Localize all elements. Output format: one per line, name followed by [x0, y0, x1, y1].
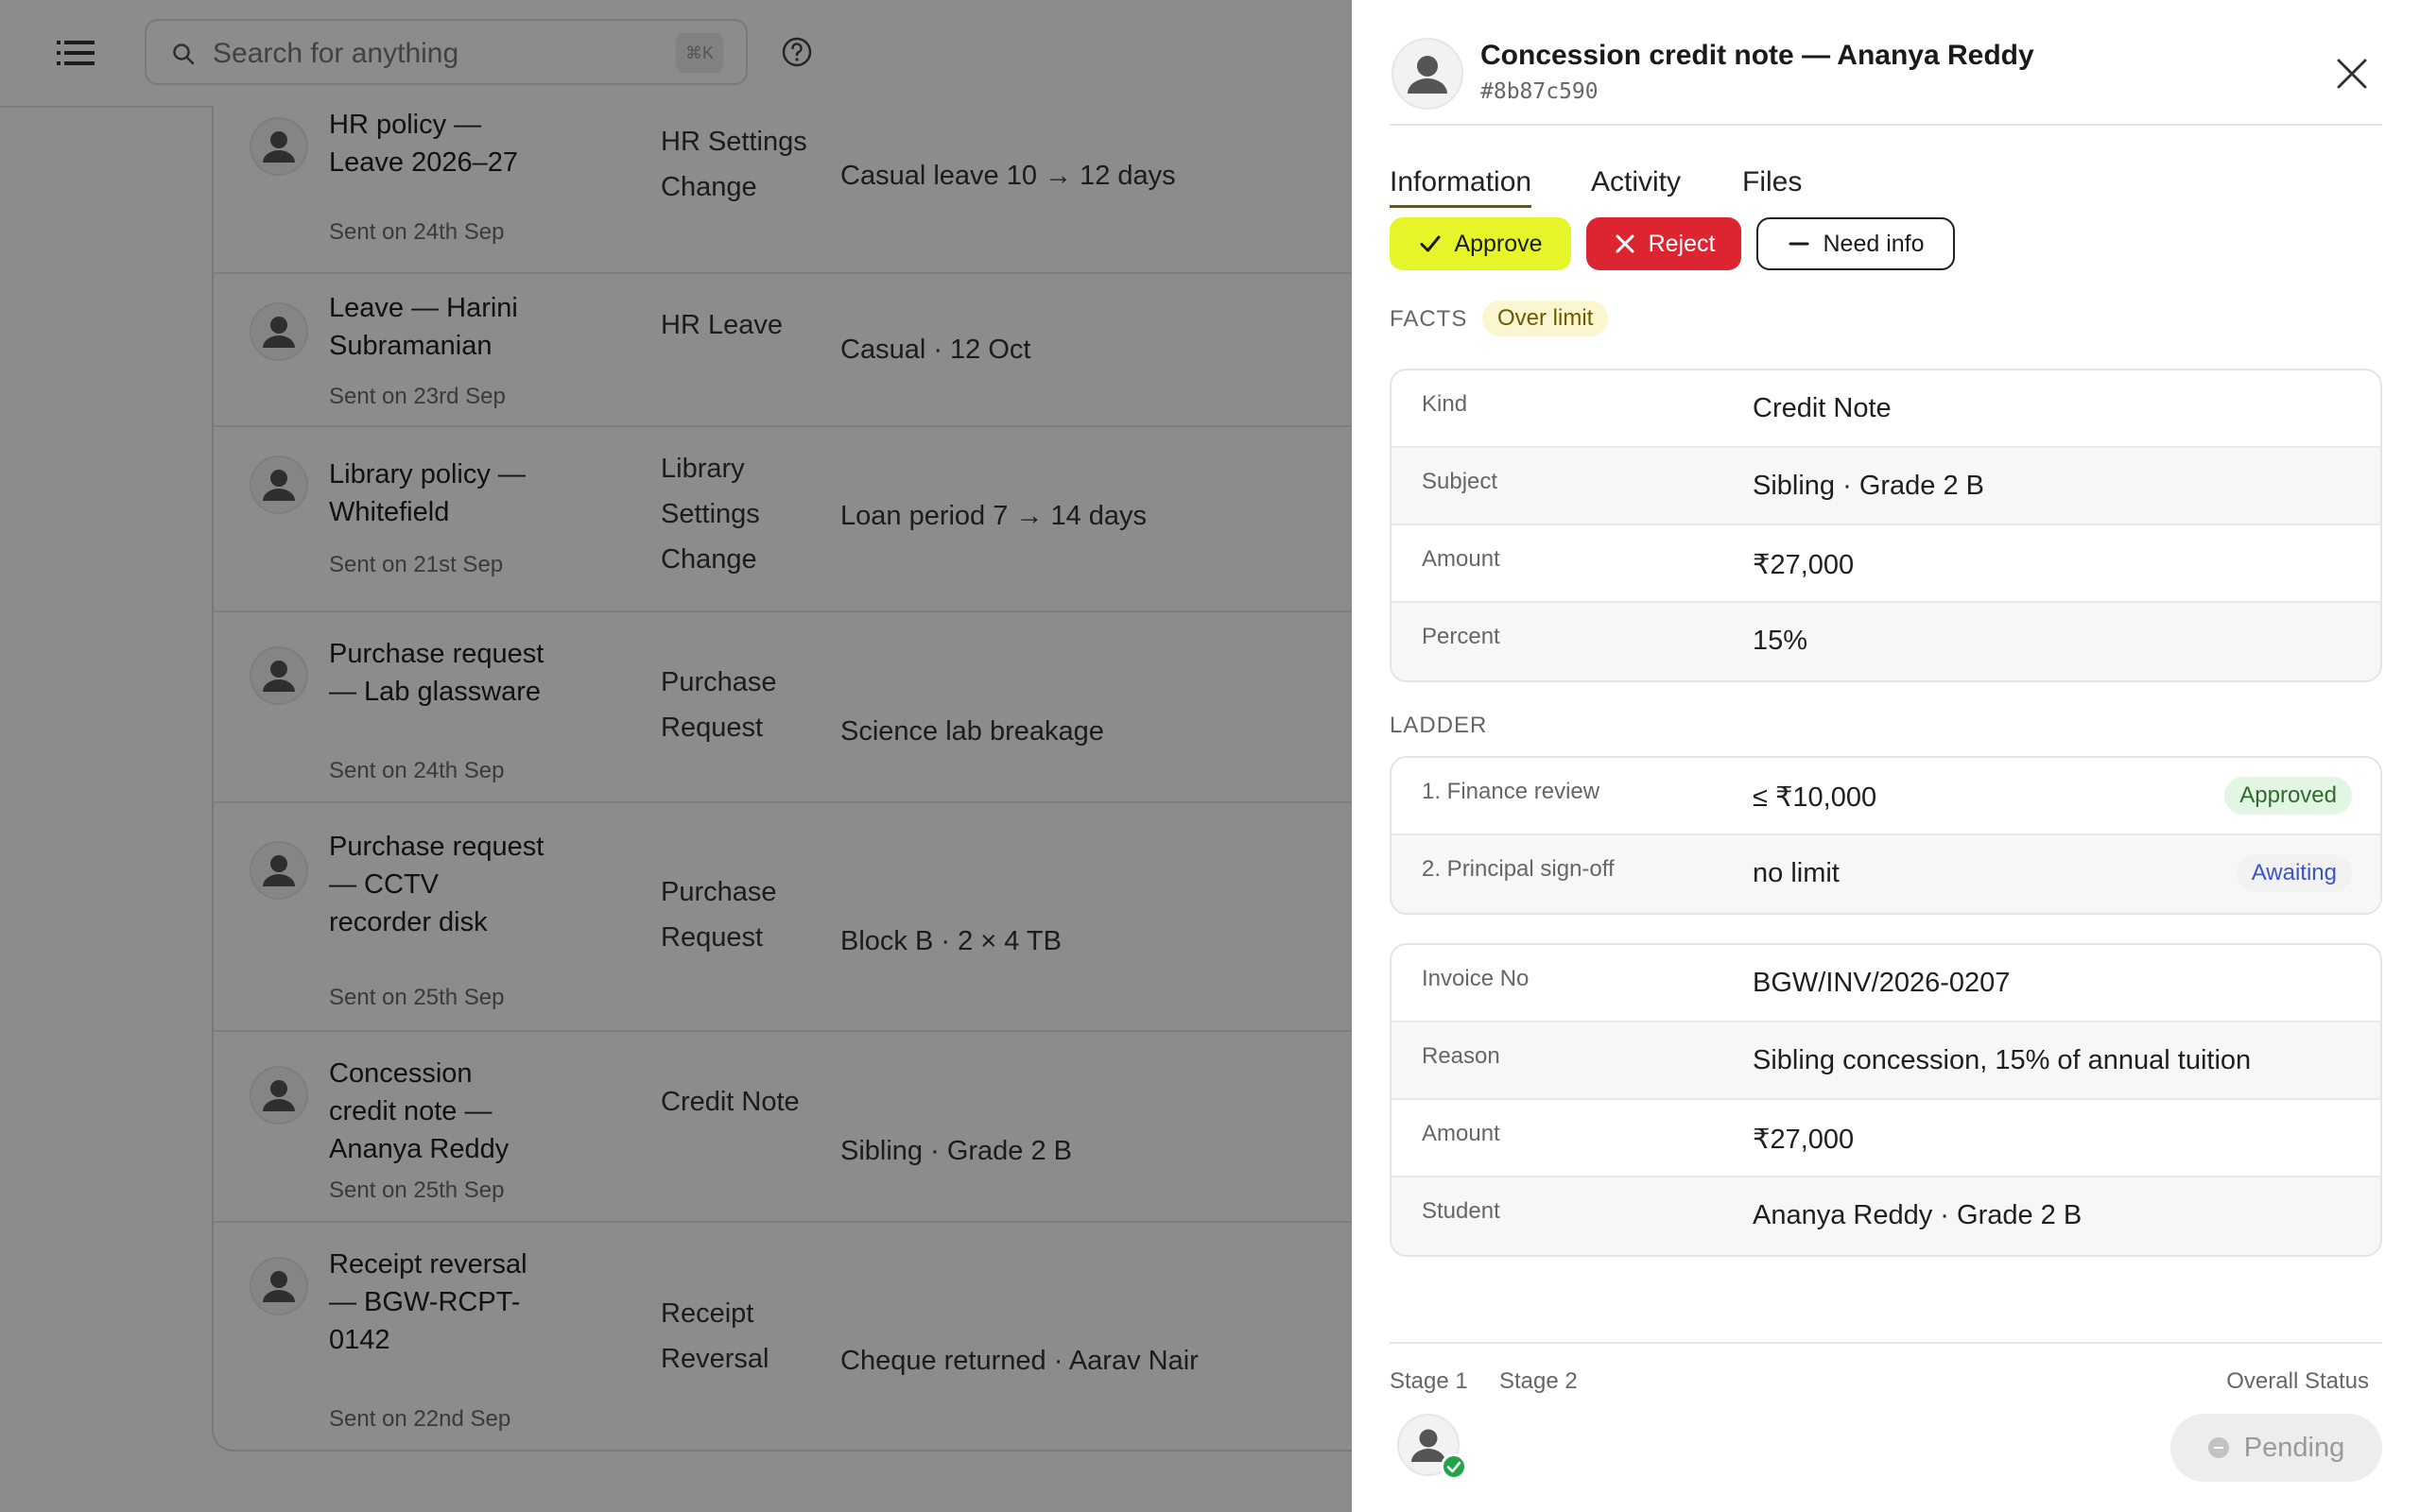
over-limit-badge: Over limit [1482, 301, 1609, 336]
fact-key: Subject [1422, 469, 1498, 494]
need-info-button[interactable]: Need info [1756, 217, 1955, 270]
close-icon[interactable] [2333, 55, 2371, 93]
detail-value: ₹27,000 [1753, 1125, 1855, 1155]
details-table: Invoice No BGW/INV/2026-0207 Reason Sibl… [1390, 943, 2382, 1257]
fact-value: Credit Note [1753, 393, 1892, 423]
detail-key: Amount [1422, 1121, 1500, 1146]
stage-1-label: Stage 1 [1390, 1368, 1468, 1394]
divider [1390, 124, 2382, 126]
overall-status-button[interactable]: Pending [2170, 1414, 2382, 1482]
fact-value: 15% [1753, 626, 1808, 656]
ladder-limit: ≤ ₹10,000 [1753, 782, 1877, 813]
reject-label: Reject [1648, 230, 1716, 257]
fact-key: Percent [1422, 624, 1500, 649]
ladder-heading: LADDER [1390, 713, 1488, 738]
table-row: Amount ₹27,000 [1392, 525, 2380, 603]
detail-value: BGW/INV/2026-0207 [1753, 968, 2011, 998]
pending-icon [2207, 1437, 2229, 1458]
detail-value: Ananya Reddy · Grade 2 B [1753, 1200, 2083, 1230]
fact-key: Kind [1422, 391, 1468, 417]
overall-status-value: Pending [2243, 1432, 2345, 1463]
panel-id: #8b87c590 [1480, 79, 1599, 104]
table-row: Amount ₹27,000 [1392, 1100, 2380, 1177]
fact-value: ₹27,000 [1753, 550, 1855, 580]
close-icon [1616, 234, 1634, 253]
need-info-label: Need info [1823, 230, 1925, 257]
table-row: Reason Sibling concession, 15% of annual… [1392, 1022, 2380, 1100]
table-row: Invoice No BGW/INV/2026-0207 [1392, 945, 2380, 1022]
detail-key: Invoice No [1422, 966, 1530, 991]
detail-key: Student [1422, 1198, 1500, 1224]
tab-files[interactable]: Files [1742, 166, 1802, 198]
table-row: Student Ananya Reddy · Grade 2 B [1392, 1177, 2380, 1255]
check-icon [1420, 235, 1441, 252]
avatar [1392, 38, 1463, 110]
tab-information[interactable]: Information [1390, 166, 1532, 208]
table-row: 1. Finance review ≤ ₹10,000 Approved [1392, 758, 2380, 835]
fact-value: Sibling · Grade 2 B [1753, 471, 1985, 501]
facts-table: Kind Credit Note Subject Sibling · Grade… [1390, 369, 2382, 682]
detail-key: Reason [1422, 1043, 1500, 1069]
table-row: Percent 15% [1392, 603, 2380, 680]
divider [1390, 1342, 2382, 1344]
table-row: Subject Sibling · Grade 2 B [1392, 448, 2380, 525]
modal-overlay[interactable] [0, 0, 1352, 1512]
fact-key: Amount [1422, 546, 1500, 572]
ladder-step: 2. Principal sign-off [1422, 856, 1615, 882]
minus-icon [1789, 242, 1809, 246]
approve-button[interactable]: Approve [1390, 217, 1571, 270]
approve-label: Approve [1454, 230, 1543, 257]
status-badge: Awaiting [2236, 854, 2352, 892]
facts-heading: FACTS [1390, 306, 1468, 332]
stage-2-label: Stage 2 [1499, 1368, 1578, 1394]
status-badge: Approved [2224, 777, 2352, 815]
ladder-step: 1. Finance review [1422, 779, 1600, 804]
detail-panel: Concession credit note — Ananya Reddy #8… [1352, 0, 2420, 1512]
table-row: Kind Credit Note [1392, 370, 2380, 448]
ladder-limit: no limit [1753, 858, 1840, 888]
overall-status-label: Overall Status [2226, 1368, 2369, 1394]
detail-value: Sibling concession, 15% of annual tuitio… [1753, 1045, 2252, 1075]
table-row: 2. Principal sign-off no limit Awaiting [1392, 835, 2380, 913]
ladder-table: 1. Finance review ≤ ₹10,000 Approved 2. … [1390, 756, 2382, 915]
tab-activity[interactable]: Activity [1591, 166, 1681, 198]
check-icon [1441, 1453, 1467, 1480]
panel-title: Concession credit note — Ananya Reddy [1480, 40, 2034, 71]
reject-button[interactable]: Reject [1586, 217, 1741, 270]
